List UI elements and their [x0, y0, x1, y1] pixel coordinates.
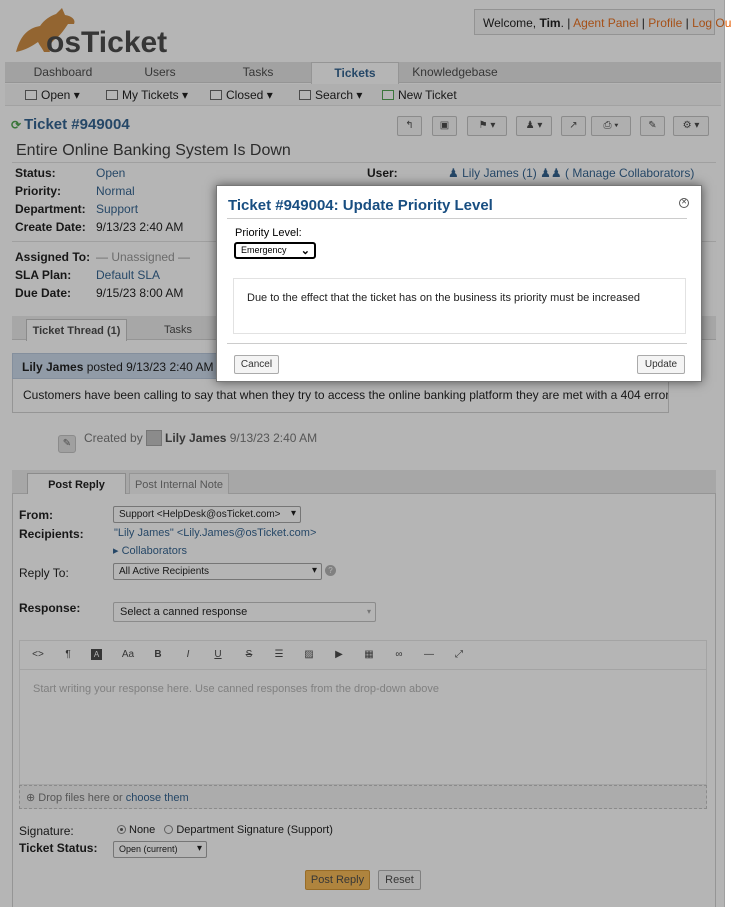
divider [227, 218, 687, 219]
divider [227, 343, 687, 344]
priority-comment-textarea[interactable]: Due to the effect that the ticket has on… [233, 278, 686, 334]
chevron-down-icon: ⌄ [300, 245, 310, 257]
app-window: osTicket Welcome, Tim. | Agent Panel | P… [0, 0, 731, 907]
dialog-title: Ticket #949004: Update Priority Level [228, 197, 493, 214]
modal-backdrop[interactable] [0, 0, 725, 907]
update-button[interactable]: Update [637, 355, 685, 374]
cancel-button[interactable]: Cancel [234, 355, 279, 374]
priority-level-select[interactable]: Emergency ⌄ [234, 242, 316, 259]
update-priority-dialog: Ticket #949004: Update Priority Level ✕ … [216, 185, 702, 382]
priority-level-label: Priority Level: [235, 227, 302, 239]
priority-level-value: Emergency [241, 245, 287, 255]
close-icon[interactable]: ✕ [679, 198, 689, 208]
